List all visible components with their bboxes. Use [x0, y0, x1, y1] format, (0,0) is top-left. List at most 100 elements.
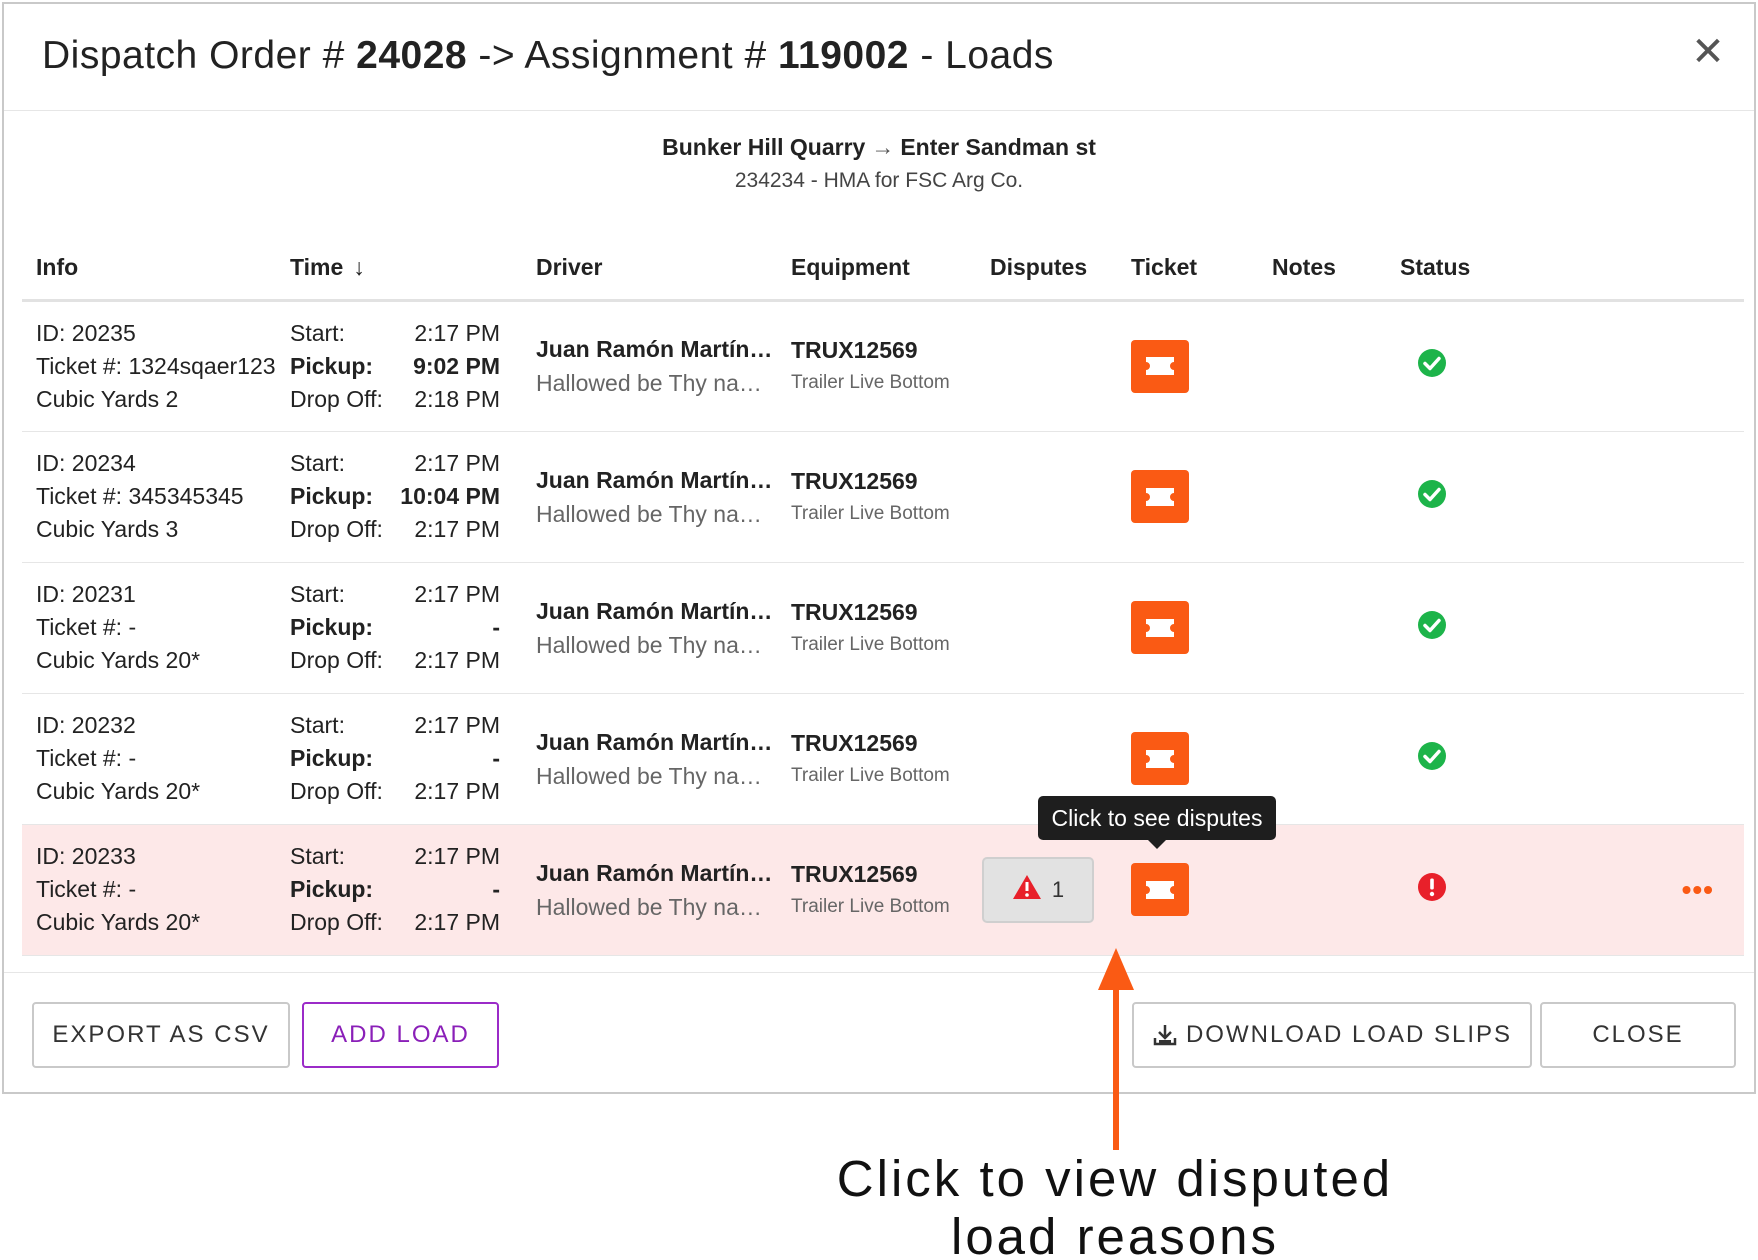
close-icon[interactable]: ✕ — [1686, 30, 1730, 74]
ticket-icon — [1144, 617, 1176, 639]
load-id: ID: 20232 — [36, 712, 136, 738]
driver-cell: Juan Ramón Martín Ruiz Hallowed be Thy na… — [522, 693, 777, 825]
start-label: Start: — [290, 581, 345, 607]
disputes-button[interactable]: 1 — [982, 856, 1094, 923]
sort-descending-icon[interactable]: ↓ — [353, 254, 365, 280]
info-cell: ID: 20235 Ticket #: 1324sqaer123 Cubic Yar… — [22, 300, 276, 432]
status-cell — [1386, 431, 1744, 563]
ticket-cell — [1117, 562, 1258, 694]
notes-cell — [1258, 693, 1386, 825]
equipment-type: Trailer Live Bottom — [791, 895, 950, 917]
column-header-time-label: Time — [290, 254, 344, 281]
start-label: Start: — [290, 843, 345, 869]
status-cell — [1386, 693, 1744, 825]
ticket-button[interactable] — [1131, 339, 1189, 393]
order-number: 24028 — [356, 34, 468, 77]
ticket-button[interactable] — [1131, 732, 1189, 785]
pickup-time: - — [492, 614, 500, 640]
error-circle-icon — [1417, 872, 1447, 908]
ticket-button[interactable] — [1131, 601, 1189, 654]
pickup-time: 10:04 PM — [400, 483, 500, 509]
load-id: ID: 20235 — [36, 319, 136, 346]
status-cell: ••• — [1386, 824, 1744, 956]
driver-name: Juan Ramón Martín Ruiz — [536, 466, 777, 493]
quantity: Cubic Yards 2 — [36, 385, 179, 412]
title-prefix: Dispatch Order # — [42, 34, 357, 77]
start-time: 2:17 PM — [414, 319, 500, 346]
modal-header: Dispatch Order # 24028 -> Assignment # 1… — [4, 4, 1754, 111]
column-header-time[interactable]: Time ↓ — [276, 237, 522, 302]
table-row[interactable]: ID: 20231 Ticket #: - Cubic Yards 20* Start… — [22, 562, 1744, 694]
driver-name: Juan Ramón Martín Ruiz — [536, 728, 777, 755]
add-load-button[interactable]: ADD LOAD — [302, 1002, 499, 1068]
annotation-arrow-icon — [1098, 948, 1134, 1150]
ticket-icon — [1144, 355, 1176, 377]
ticket-number: Ticket #: - — [36, 745, 137, 771]
info-cell: ID: 20234 Ticket #: 345345345 Cubic Yards … — [22, 431, 276, 563]
drop-off-time: 2:18 PM — [414, 385, 500, 412]
driver-cell: Juan Ramón Martín Ruiz Hallowed be Thy na… — [522, 824, 777, 956]
notes-cell — [1258, 431, 1386, 563]
dispute-count: 1 — [1051, 876, 1065, 902]
start-label: Start: — [290, 450, 345, 476]
ticket-number: Ticket #: - — [36, 876, 137, 902]
annotation-line-2: load reasons — [950, 1208, 1280, 1260]
time-cell: Start: 2:17 PM Pickup: - Drop Off: 2:17 PM — [276, 562, 522, 694]
check-circle-icon — [1417, 741, 1447, 777]
export-csv-button[interactable]: EXPORT AS CSV — [32, 1002, 290, 1068]
route-origin: Bunker Hill Quarry — [662, 134, 866, 160]
time-cell: Start: 2:17 PM Pickup: - Drop Off: 2:17 PM — [276, 693, 522, 825]
assignment-number: 119002 — [777, 34, 909, 77]
route-line: Bunker Hill Quarry → Enter Sandman st — [4, 134, 1754, 161]
table-row[interactable]: ID: 20235 Ticket #: 1324sqaer123 Cubic Yar… — [22, 300, 1744, 432]
pickup-label: Pickup: — [290, 745, 374, 771]
column-header-driver: Driver — [522, 237, 777, 302]
table-body: ID: 20235 Ticket #: 1324sqaer123 Cubic Yar… — [22, 300, 1744, 956]
download-load-slips-button[interactable]: DOWNLOAD LOAD SLIPS — [1132, 1002, 1532, 1068]
status-cell — [1386, 300, 1744, 432]
pickup-time: - — [492, 745, 500, 771]
equipment-type: Trailer Live Bottom — [791, 502, 950, 524]
quantity: Cubic Yards 20* — [36, 647, 201, 673]
equipment-type: Trailer Live Bottom — [791, 764, 950, 786]
hauler-name: Hallowed be Thy name Hauling — [536, 893, 777, 920]
column-header-status: Status — [1386, 237, 1744, 302]
download-load-slips-label: DOWNLOAD LOAD SLIPS — [1185, 1021, 1513, 1048]
ticket-number: Ticket #: 1324sqaer123 — [36, 352, 276, 379]
drop-off-label: Drop Off: — [290, 647, 383, 673]
load-id: ID: 20231 — [36, 581, 136, 607]
drop-off-time: 2:17 PM — [414, 778, 500, 804]
ticket-button[interactable] — [1131, 470, 1189, 523]
table-row[interactable]: ID: 20232 Ticket #: - Cubic Yards 20* Start… — [22, 693, 1744, 825]
ticket-button[interactable] — [1131, 863, 1189, 916]
notes-cell — [1258, 562, 1386, 694]
pickup-label: Pickup: — [290, 614, 374, 640]
equipment-cell: TRUX12569 Trailer Live Bottom — [777, 300, 976, 432]
disputes-cell — [976, 431, 1117, 563]
loads-modal: Dispatch Order # 24028 -> Assignment # 1… — [2, 2, 1756, 1094]
title-middle: -> Assignment # — [467, 34, 778, 77]
close-button[interactable]: CLOSE — [1540, 1002, 1736, 1068]
driver-cell: Juan Ramón Martín Ruiz Hallowed be Thy na… — [522, 562, 777, 694]
equipment-id: TRUX12569 — [791, 467, 918, 494]
equipment-id: TRUX12569 — [791, 337, 918, 363]
equipment-id: TRUX12569 — [791, 729, 918, 756]
column-header-notes: Notes — [1258, 237, 1386, 302]
pickup-time: 9:02 PM — [413, 352, 500, 379]
load-id: ID: 20233 — [36, 843, 136, 869]
check-circle-icon — [1417, 479, 1447, 515]
ticket-cell — [1117, 824, 1258, 956]
hauler-name: Hallowed be Thy name Hauling — [536, 762, 777, 789]
more-options-icon[interactable]: ••• — [1682, 874, 1714, 906]
table-row[interactable]: ID: 20234 Ticket #: 345345345 Cubic Yards … — [22, 431, 1744, 563]
driver-name: Juan Ramón Martín Ruiz — [536, 859, 777, 886]
table-row[interactable]: ID: 20233 Ticket #: - Cubic Yards 20* Start… — [22, 824, 1744, 956]
driver-name: Juan Ramón Martín Ruiz — [536, 336, 777, 362]
quantity: Cubic Yards 20* — [36, 778, 201, 804]
column-header-equipment: Equipment — [777, 237, 976, 302]
annotation-text: Click to view disputed load reasons — [760, 1150, 1470, 1260]
route-destination: Enter Sandman st — [900, 134, 1096, 160]
drop-off-time: 2:17 PM — [414, 909, 500, 935]
job-description: 234234 - HMA for FSC Arg Co. — [734, 169, 1024, 192]
driver-name: Juan Ramón Martín Ruiz — [536, 597, 777, 624]
